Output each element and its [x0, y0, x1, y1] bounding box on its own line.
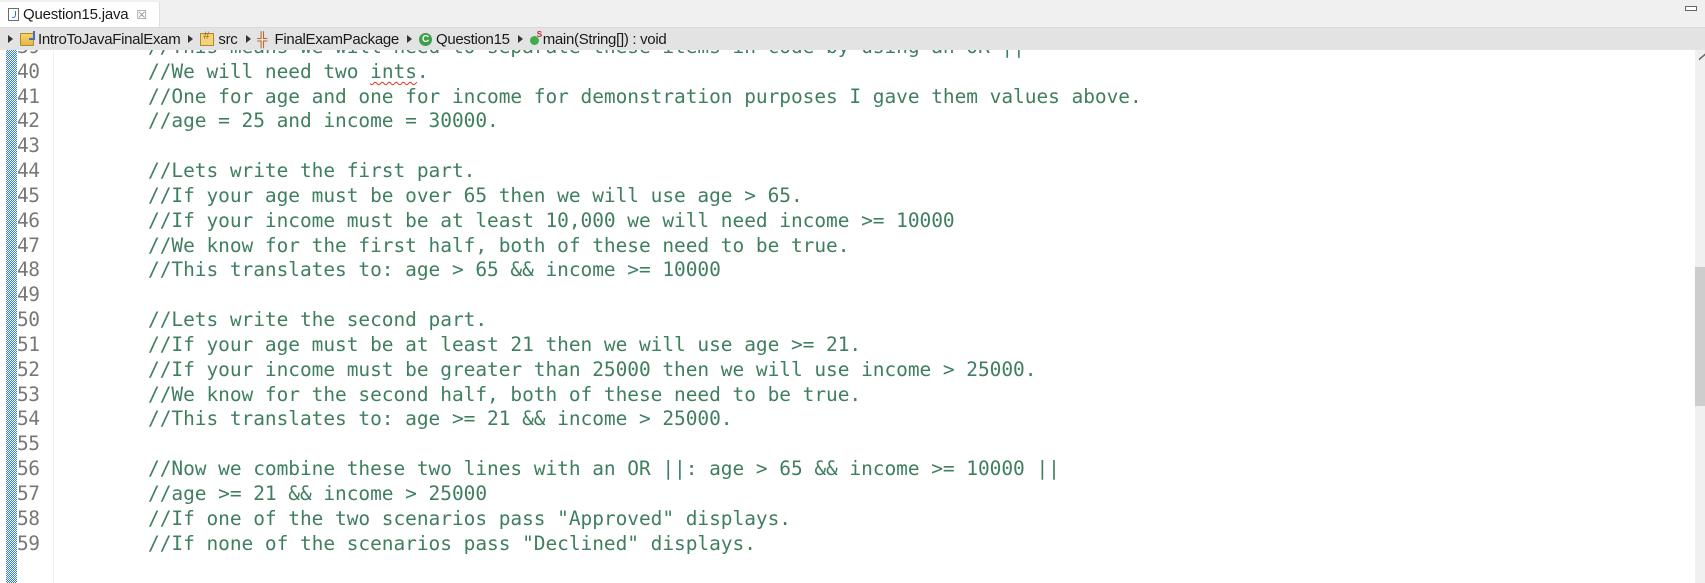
breadcrumb: IntroToJavaFinalExam src ╬ FinalExamPack… — [0, 28, 1705, 50]
line-number: 40 — [17, 59, 40, 83]
code-line[interactable]: //This means we will need to separate th… — [148, 50, 1025, 59]
scrollbar-thumb[interactable] — [1695, 266, 1705, 406]
breadcrumb-label: main(String[]) : void — [542, 30, 667, 48]
line-number: 54 — [17, 407, 40, 431]
chevron-right-icon[interactable] — [8, 35, 13, 43]
editor-tab-bar: Question15.java ☒ — [0, 0, 1705, 28]
code-line[interactable]: //Lets write the first part. — [148, 158, 475, 183]
package-icon: ╬ — [257, 30, 268, 47]
line-number: 49 — [17, 283, 40, 307]
code-line[interactable]: //We know for the first half, both of th… — [148, 233, 849, 258]
comment-text: //We will need two — [148, 59, 371, 83]
chevron-right-icon[interactable] — [245, 35, 251, 43]
code-line[interactable]: //Now we combine these two lines with an… — [148, 456, 1060, 481]
breadcrumb-src[interactable]: src — [200, 30, 238, 48]
breadcrumb-package[interactable]: ╬ FinalExamPackage — [257, 30, 400, 48]
code-line[interactable]: //If one of the two scenarios pass "Appr… — [148, 506, 791, 531]
line-number: 51 — [17, 332, 40, 356]
line-number: 47 — [17, 233, 40, 257]
line-number: 41 — [17, 84, 40, 108]
line-number: 48 — [17, 258, 40, 282]
line-number: 39 — [17, 50, 40, 59]
breadcrumb-label: src — [218, 30, 238, 48]
change-marker-ruler — [6, 50, 17, 583]
code-line[interactable]: //This translates to: age > 65 && income… — [148, 257, 721, 282]
line-number: 42 — [17, 109, 40, 133]
tab-label: Question15.java — [23, 6, 129, 23]
vertical-scrollbar[interactable] — [1695, 50, 1705, 583]
spelling-error-word[interactable]: ints — [370, 60, 417, 83]
code-line[interactable]: //age >= 21 && income > 25000 — [148, 481, 487, 506]
breadcrumb-label: IntroToJavaFinalExam — [38, 30, 181, 48]
code-line[interactable]: //This translates to: age >= 21 && incom… — [148, 406, 733, 431]
line-number: 43 — [17, 134, 40, 158]
line-number: 55 — [17, 432, 40, 456]
static-method-icon — [529, 30, 542, 45]
breadcrumb-project[interactable]: IntroToJavaFinalExam — [20, 30, 181, 48]
line-number: 46 — [17, 208, 40, 232]
code-line[interactable]: //One for age and one for income for dem… — [148, 84, 1142, 109]
line-number: 53 — [17, 382, 40, 406]
close-tab-icon[interactable]: ☒ — [136, 8, 147, 22]
code-line[interactable]: //If your age must be at least 21 then w… — [148, 332, 861, 357]
line-number: 58 — [17, 506, 40, 530]
chevron-right-icon[interactable] — [406, 35, 412, 43]
breadcrumb-label: FinalExamPackage — [274, 30, 400, 48]
chevron-right-icon[interactable] — [188, 35, 194, 43]
breadcrumb-method[interactable]: main(String[]) : void — [529, 30, 667, 48]
line-number-gutter: 3940414243444546474849505152535455565758… — [17, 50, 54, 583]
chevron-right-icon[interactable] — [517, 35, 523, 43]
code-text-area[interactable]: //This means we will need to separate th… — [148, 50, 1695, 583]
code-line[interactable]: //Lets write the second part. — [148, 307, 487, 332]
line-number: 57 — [17, 481, 40, 505]
line-number: 45 — [17, 183, 40, 207]
code-line[interactable]: //We will need two ints. — [148, 59, 429, 84]
code-line[interactable]: //If your income must be greater than 25… — [148, 357, 1037, 382]
java-file-icon — [8, 8, 19, 21]
code-line[interactable]: //If your income must be at least 10,000… — [148, 208, 955, 233]
code-line[interactable]: //We know for the second half, both of t… — [148, 382, 861, 407]
code-line[interactable]: //If your age must be over 65 then we wi… — [148, 183, 803, 208]
tab-question15-java[interactable]: Question15.java ☒ — [0, 2, 160, 27]
code-editor[interactable]: 3940414243444546474849505152535455565758… — [0, 50, 1695, 583]
breadcrumb-class[interactable]: C Question15 — [418, 30, 510, 48]
line-number: 59 — [17, 531, 40, 555]
code-line[interactable]: //If none of the scenarios pass "Decline… — [148, 531, 756, 556]
minimize-button[interactable] — [1685, 6, 1697, 11]
line-number: 44 — [17, 159, 40, 183]
breadcrumb-label: Question15 — [435, 30, 510, 48]
project-folder-icon — [20, 30, 35, 46]
line-number: 52 — [17, 357, 40, 381]
line-number: 56 — [17, 457, 40, 481]
class-icon: C — [418, 32, 432, 46]
line-number: 50 — [17, 308, 40, 332]
source-folder-icon — [200, 30, 215, 46]
code-line[interactable]: //age = 25 and income = 30000. — [148, 108, 499, 133]
comment-text: . — [416, 59, 429, 83]
